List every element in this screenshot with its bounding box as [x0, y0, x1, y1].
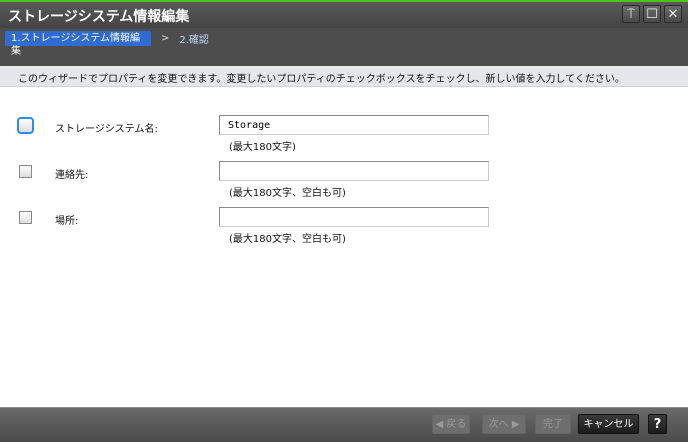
- footer-bar: ◀ 戻る 次へ ▶ 完了 キャンセル ?: [0, 407, 688, 442]
- step-edit: 1.ストレージシステム情報編集: [5, 31, 151, 57]
- location-label: 場所:: [55, 216, 79, 227]
- next-button[interactable]: 次へ ▶: [482, 414, 526, 434]
- wizard-steps: 1.ストレージシステム情報編集 > 2.確認: [5, 31, 209, 57]
- location-hint: (最大180文字、空白も可): [229, 234, 346, 245]
- step-separator: >: [161, 33, 170, 44]
- wizard-steps-area: 1.ストレージシステム情報編集 > 2.確認: [0, 28, 688, 66]
- contact-input[interactable]: [219, 161, 489, 181]
- close-icon[interactable]: ✕: [664, 5, 682, 23]
- location-checkbox[interactable]: [19, 211, 32, 224]
- window-title: ストレージシステム情報編集: [8, 9, 190, 25]
- help-button[interactable]: ?: [648, 414, 667, 434]
- pin-icon[interactable]: ⍑: [622, 5, 640, 23]
- title-bar: ストレージシステム情報編集 ⍑ ☐ ✕: [0, 2, 688, 28]
- instruction-text: このウィザードでプロパティを変更できます。変更したいプロパティのチェックボックス…: [18, 74, 625, 85]
- contact-label: 連絡先:: [55, 170, 89, 181]
- cancel-button[interactable]: キャンセル: [578, 414, 639, 434]
- instruction-bar: このウィザードでプロパティを変更できます。変更したいプロパティのチェックボックス…: [0, 66, 688, 87]
- maximize-icon[interactable]: ☐: [643, 5, 661, 23]
- storage-name-label: ストレージシステム名:: [55, 124, 158, 135]
- step-confirm: 2.確認: [179, 35, 209, 46]
- storage-name-checkbox[interactable]: [17, 117, 34, 134]
- back-button[interactable]: ◀ 戻る: [432, 414, 470, 434]
- contact-checkbox[interactable]: [19, 165, 32, 178]
- storage-name-input[interactable]: [219, 115, 489, 135]
- location-input[interactable]: [219, 207, 489, 227]
- finish-button[interactable]: 完了: [535, 414, 571, 434]
- storage-name-hint: (最大180文字): [229, 142, 296, 153]
- contact-hint: (最大180文字、空白も可): [229, 188, 346, 199]
